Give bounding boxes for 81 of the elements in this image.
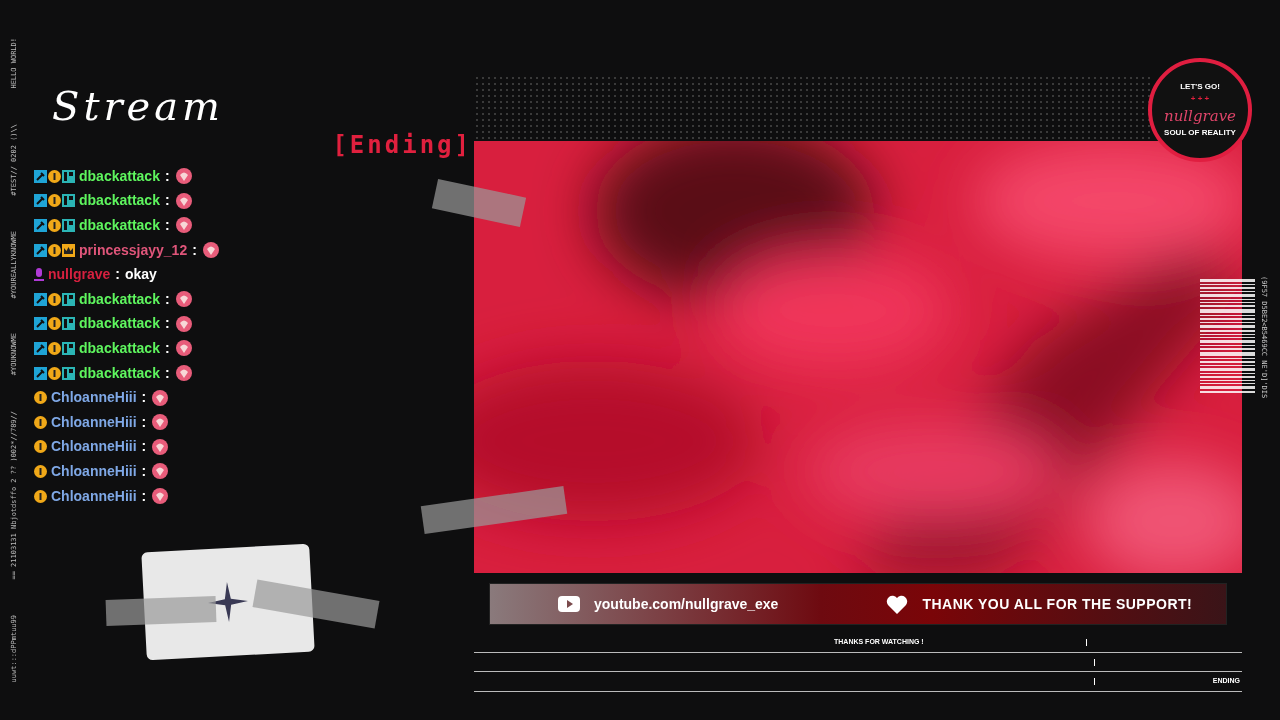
sword-badge-icon — [34, 219, 47, 232]
emote-icon — [174, 339, 193, 358]
play-icon — [558, 596, 580, 612]
coin-badge-icon — [34, 489, 47, 503]
emote-icon — [151, 487, 170, 505]
colon-separator: : — [141, 437, 147, 457]
sword-badge-icon — [34, 169, 47, 183]
colon-separator: : — [141, 486, 147, 506]
chat-username: dbackattack — [79, 363, 160, 383]
colon-separator: : — [141, 388, 147, 408]
title-pixel: [Ending] — [332, 130, 472, 160]
coin-badge-icon — [34, 440, 47, 454]
support-message: THANK YOU ALL FOR THE SUPPORT! — [922, 594, 1193, 614]
grid-badge-icon — [62, 194, 75, 208]
colon-separator: : — [141, 461, 147, 481]
emote-icon — [174, 290, 193, 309]
grid-badge-icon — [62, 219, 75, 232]
colon-separator: : — [164, 338, 170, 358]
logo-name: nullgrave — [1164, 105, 1236, 127]
chat-message: okay — [124, 265, 157, 285]
emote-icon — [151, 413, 170, 432]
coin-badge-icon — [48, 292, 61, 306]
emote-icon — [151, 388, 170, 407]
microphone-badge-icon — [34, 268, 44, 282]
grid-badge-icon — [62, 169, 75, 183]
chat-username: dbackattack — [79, 338, 160, 358]
chat-username: dbackattack — [79, 166, 160, 186]
sword-badge-icon — [34, 366, 47, 380]
sword-badge-icon — [34, 243, 47, 257]
emote-icon — [174, 216, 193, 235]
coin-badge-icon — [48, 317, 61, 331]
grid-badge-icon — [62, 317, 75, 331]
colon-separator: : — [164, 363, 170, 383]
colon-separator: : — [115, 265, 120, 285]
coin-badge-icon — [48, 366, 61, 380]
crown-badge-icon — [62, 243, 75, 257]
chat-username: dbackattack — [79, 289, 160, 309]
coin-badge-icon — [34, 391, 47, 405]
chat-username: princessjayy_12 — [79, 240, 188, 260]
emote-icon — [174, 314, 193, 333]
coin-badge-icon — [48, 243, 61, 257]
title-script: Stream — [51, 82, 226, 130]
logo-tagline: SOUL OF REALITY — [1164, 127, 1236, 140]
coin-badge-icon — [48, 341, 61, 355]
logo-marks: + + + — [1190, 92, 1210, 105]
coin-badge-icon — [48, 219, 61, 232]
chat-username: dbackattack — [79, 191, 160, 211]
colon-separator: : — [164, 314, 170, 334]
coin-badge-icon — [34, 464, 47, 478]
coin-badge-icon — [48, 194, 61, 208]
sword-badge-icon — [34, 317, 47, 331]
chat-username: ChloanneHiii — [51, 461, 137, 481]
colon-separator: : — [141, 412, 147, 432]
sword-badge-icon — [34, 341, 47, 355]
chat-username: ChloanneHiii — [51, 412, 137, 432]
grid-badge-icon — [62, 292, 75, 306]
grid-badge-icon — [62, 341, 75, 355]
logo-top: LET'S GO! — [1180, 80, 1220, 93]
colon-separator: : — [164, 216, 170, 235]
chat-username: dbackattack — [79, 314, 160, 334]
colon-separator: : — [164, 166, 170, 186]
sword-badge-icon — [34, 194, 47, 208]
coin-badge-icon — [48, 169, 61, 183]
emote-icon — [174, 364, 193, 383]
emote-icon — [201, 241, 220, 260]
chat-username: dbackattack — [79, 216, 160, 235]
emote-icon — [151, 462, 170, 481]
emote-icon — [174, 167, 193, 186]
colon-separator: : — [164, 191, 170, 211]
heart-icon — [886, 594, 909, 614]
grid-badge-icon — [62, 366, 75, 380]
emote-icon — [151, 437, 170, 456]
chat-username: ChloanneHiii — [51, 437, 137, 457]
coin-badge-icon — [34, 415, 47, 429]
sword-badge-icon — [34, 292, 47, 306]
emote-icon — [174, 191, 193, 210]
colon-separator: : — [164, 289, 170, 309]
chat-username: ChloanneHiii — [51, 486, 137, 506]
chat-username: ChloanneHiii — [51, 388, 137, 408]
chat-username: nullgrave — [48, 265, 111, 285]
colon-separator: : — [192, 240, 197, 260]
